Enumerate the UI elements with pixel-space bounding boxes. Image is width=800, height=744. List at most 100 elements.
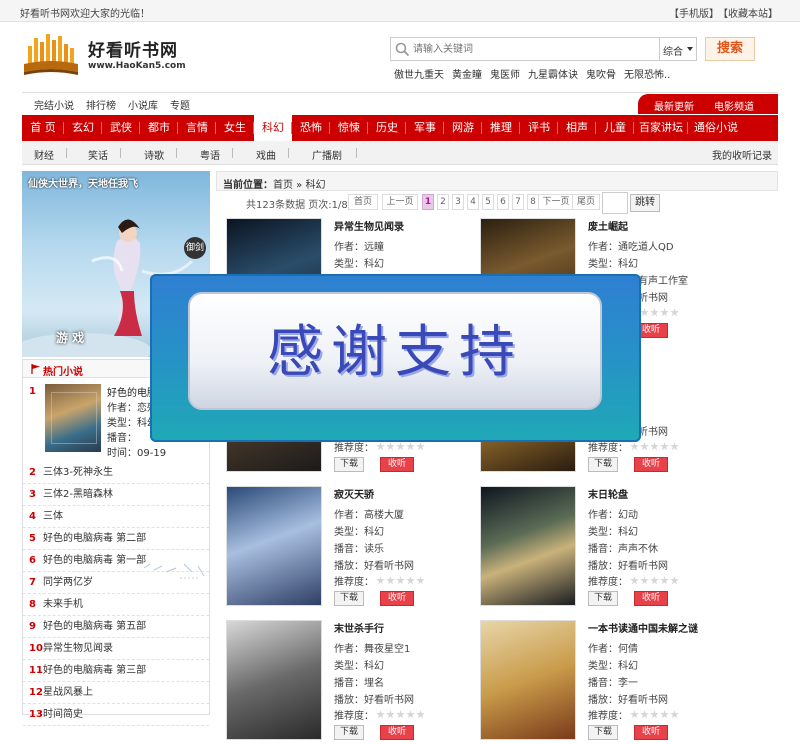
book-cover-image[interactable]: [226, 486, 322, 606]
main-nav-item[interactable]: 女生: [216, 115, 254, 141]
page-jump-button[interactable]: 跳转: [630, 194, 660, 212]
main-nav-item[interactable]: 恐怖: [292, 115, 330, 141]
download-button[interactable]: 下载: [588, 725, 618, 740]
page-jump-input[interactable]: [602, 192, 628, 214]
page-button-4[interactable]: 4: [467, 194, 479, 210]
page-button-1[interactable]: 1: [422, 194, 434, 210]
category-finance[interactable]: 财经: [34, 147, 54, 162]
main-nav-item[interactable]: 玄幻: [64, 115, 102, 141]
hot-novel-item[interactable]: 13时间简史: [23, 704, 209, 726]
hot-novel-title[interactable]: 好色的电脑病毒 第三部: [43, 665, 146, 676]
main-nav-item[interactable]: 通俗小说: [688, 115, 744, 141]
main-nav-item[interactable]: 推理: [482, 115, 520, 141]
book-title[interactable]: 末日轮盘: [588, 486, 628, 501]
featured-cover-image[interactable]: [45, 384, 101, 452]
hot-novel-title[interactable]: 异常生物见闻录: [43, 643, 113, 654]
listen-button[interactable]: 收听: [380, 725, 414, 740]
mobile-link[interactable]: 【手机版】: [669, 9, 719, 20]
book-title[interactable]: 异常生物见闻录: [334, 218, 404, 233]
next-page-button[interactable]: 下一页: [538, 194, 574, 210]
search-input[interactable]: [413, 41, 653, 57]
category-cantonese[interactable]: 粤语: [200, 147, 220, 162]
site-logo[interactable]: 好看听书网 www.HaoKan5.com: [22, 30, 186, 76]
hot-keyword[interactable]: 傲世九重天: [394, 70, 444, 81]
listen-button[interactable]: 收听: [634, 725, 668, 740]
breadcrumb-home[interactable]: 首页: [273, 180, 293, 191]
listen-button[interactable]: 收听: [634, 457, 668, 472]
main-nav-item[interactable]: 评书: [520, 115, 558, 141]
book-title[interactable]: 一本书读通中国未解之谜: [588, 620, 698, 635]
book-cover-image[interactable]: [226, 620, 322, 740]
download-button[interactable]: 下载: [334, 725, 364, 740]
hot-novel-title[interactable]: 好色的电脑病毒 第五部: [43, 621, 146, 632]
main-nav-item[interactable]: 科幻: [254, 115, 292, 141]
nav-rankings[interactable]: 排行榜: [86, 97, 116, 112]
prev-page-button[interactable]: 上一页: [382, 194, 418, 210]
movie-channel-link[interactable]: 电影频道: [714, 98, 754, 113]
hot-novel-item[interactable]: 5 好色的电脑病毒 第二部: [23, 528, 209, 550]
hot-novel-item[interactable]: 3 三体2-黑暗森林: [23, 484, 209, 506]
listen-button[interactable]: 收听: [380, 457, 414, 472]
main-nav-item[interactable]: 百家讲坛: [634, 115, 688, 141]
listening-history-link[interactable]: 我的收听记录: [712, 147, 772, 162]
listen-button[interactable]: 收听: [634, 591, 668, 606]
category-jokes[interactable]: 笑话: [88, 147, 108, 162]
download-button[interactable]: 下载: [334, 591, 364, 606]
category-radio-drama[interactable]: 广播剧: [312, 147, 342, 162]
page-button-2[interactable]: 2: [437, 194, 449, 210]
book-title[interactable]: 末世杀手行: [334, 620, 384, 635]
download-button[interactable]: 下载: [334, 457, 364, 472]
search-scope-select[interactable]: 综合: [659, 37, 697, 61]
hot-novel-item[interactable]: 2 三体3-死神永生: [23, 462, 209, 484]
download-button[interactable]: 下载: [588, 457, 618, 472]
hot-keyword[interactable]: 黄金瞳: [452, 70, 482, 81]
main-nav-item[interactable]: 武侠: [102, 115, 140, 141]
hot-novel-title[interactable]: 未来手机: [43, 599, 83, 610]
hot-novel-item[interactable]: 10异常生物见闻录: [23, 638, 209, 660]
book-cover-image[interactable]: [480, 486, 576, 606]
hot-novel-title[interactable]: 好色的电脑病毒 第一部: [43, 555, 146, 566]
page-button-6[interactable]: 6: [497, 194, 509, 210]
page-button-5[interactable]: 5: [482, 194, 494, 210]
hot-novel-item[interactable]: 4 三体: [23, 506, 209, 528]
hot-novel-item[interactable]: 11好色的电脑病毒 第三部: [23, 660, 209, 682]
hot-novel-title[interactable]: 好色的电脑病毒 第二部: [43, 533, 146, 544]
hot-novel-item[interactable]: 12星战风暴上: [23, 682, 209, 704]
nav-novel-library[interactable]: 小说库: [128, 97, 158, 112]
main-nav-item[interactable]: 相声: [558, 115, 596, 141]
main-nav-item[interactable]: 历史: [368, 115, 406, 141]
nav-completed-novels[interactable]: 完结小说: [34, 97, 74, 112]
hot-keyword[interactable]: 鬼吹骨: [586, 70, 616, 81]
first-page-button[interactable]: 首页: [348, 194, 378, 210]
category-poetry[interactable]: 诗歌: [144, 147, 164, 162]
listen-button[interactable]: 收听: [380, 591, 414, 606]
page-button-3[interactable]: 3: [452, 194, 464, 210]
book-cover-image[interactable]: [480, 620, 576, 740]
hot-novel-title[interactable]: 同学两亿岁: [43, 577, 93, 588]
hot-novel-title[interactable]: 三体3-死神永生: [43, 467, 113, 478]
hot-novel-item[interactable]: 8 未来手机: [23, 594, 209, 616]
main-nav-item[interactable]: 都市: [140, 115, 178, 141]
book-title[interactable]: 寂灭天骄: [334, 486, 374, 501]
main-nav-item[interactable]: 网游: [444, 115, 482, 141]
hot-keyword[interactable]: 无限恐怖..: [624, 70, 670, 81]
latest-updates-link[interactable]: 最新更新: [654, 98, 694, 113]
main-nav-item[interactable]: 军事: [406, 115, 444, 141]
hot-keyword[interactable]: 鬼医师: [490, 70, 520, 81]
hot-novel-title[interactable]: 三体2-黑暗森林: [43, 489, 113, 500]
main-nav-item[interactable]: 惊悚: [330, 115, 368, 141]
download-button[interactable]: 下载: [588, 591, 618, 606]
main-nav-item[interactable]: 首 页: [22, 115, 64, 141]
category-opera[interactable]: 戏曲: [256, 147, 276, 162]
hot-novel-item[interactable]: 9 好色的电脑病毒 第五部: [23, 616, 209, 638]
search-button[interactable]: 搜索: [705, 37, 755, 61]
hot-novel-title[interactable]: 星战风暴上: [43, 687, 93, 698]
favorite-site-link[interactable]: 【收藏本站】: [723, 9, 778, 20]
last-page-button[interactable]: 尾页: [572, 194, 600, 210]
book-title[interactable]: 废土崛起: [588, 218, 628, 233]
page-button-7[interactable]: 7: [512, 194, 524, 210]
main-nav-item[interactable]: 言情: [178, 115, 216, 141]
nav-topics[interactable]: 专题: [170, 97, 190, 112]
hot-keyword[interactable]: 九星霸体诀: [528, 70, 578, 81]
banner-sword-button[interactable]: 御剑: [184, 237, 206, 259]
